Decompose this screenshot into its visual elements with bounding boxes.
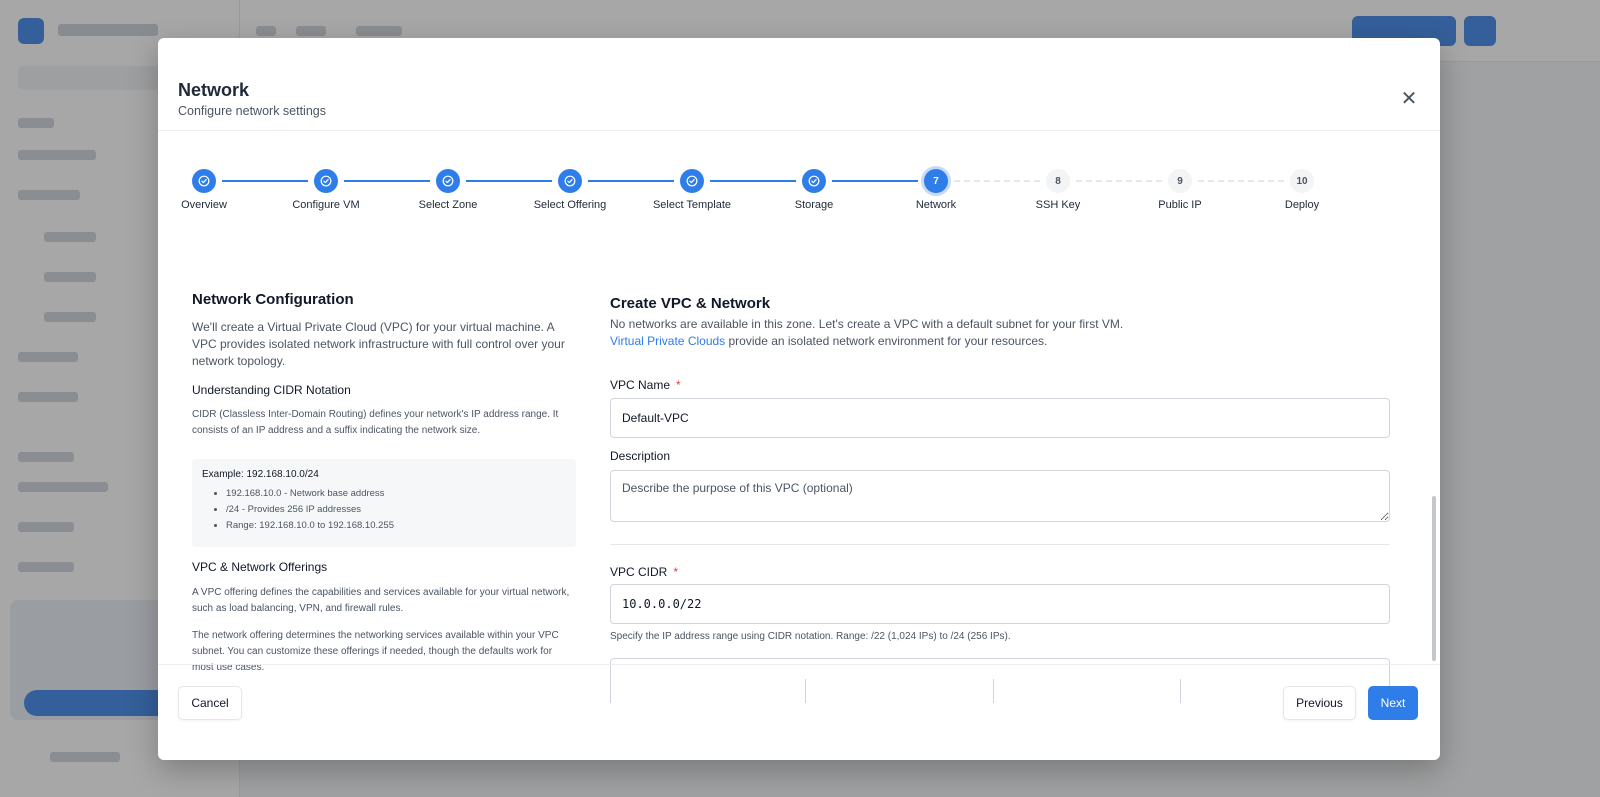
check-circle-icon [680, 169, 704, 193]
step-label: Select Offering [533, 199, 607, 211]
step-number: 8 [1046, 169, 1070, 193]
vpc-info-line-1: No networks are available in this zone. … [610, 317, 1124, 331]
list-item: 192.168.10.0 - Network base address [226, 486, 566, 502]
step-number: 9 [1168, 169, 1192, 193]
step-deploy[interactable]: 10 Deploy [1242, 131, 1362, 251]
vpc-name-label-text: VPC Name [610, 378, 671, 392]
step-public-ip[interactable]: 9 Public IP [1120, 131, 1240, 251]
vpc-info-line-2-text: provide an isolated network environment … [725, 334, 1048, 348]
check-circle-icon [192, 169, 216, 193]
step-label: Configure VM [292, 199, 360, 211]
create-vpc-heading: Create VPC & Network [610, 295, 771, 312]
cidr-example-box: Example: 192.168.10.0/24 192.168.10.0 - … [192, 459, 576, 547]
offerings-heading: VPC & Network Offerings [192, 560, 328, 574]
modal-content[interactable]: Network Configuration We'll create a Vir… [158, 251, 1440, 703]
check-circle-icon [802, 169, 826, 193]
step-label: SSH Key [1035, 199, 1081, 211]
content-scrollbar[interactable] [1432, 496, 1436, 661]
network-configuration-intro: We'll create a Virtual Private Cloud (VP… [192, 320, 565, 368]
vpc-name-input[interactable] [610, 398, 1390, 438]
step-label: Deploy [1284, 199, 1320, 211]
modal-title: Network [178, 80, 250, 100]
vpc-cidr-label: VPC CIDR * [610, 565, 678, 579]
required-mark: * [673, 565, 679, 579]
vpc-info-line-2: Virtual Private Clouds provide an isolat… [610, 333, 1390, 350]
cidr-description: CIDR (Classless Inter-Domain Routing) de… [192, 409, 559, 436]
close-button[interactable]: ✕ [1398, 88, 1420, 110]
virtual-private-clouds-link[interactable]: Virtual Private Clouds [610, 334, 725, 348]
step-label: Select Template [652, 199, 732, 211]
modal-header: Network Configure network settings ✕ [158, 38, 1440, 131]
vpc-cidr-label-text: VPC CIDR [610, 565, 668, 579]
form-divider [610, 544, 1390, 545]
modal-footer: Cancel Previous Next [158, 664, 1440, 760]
step-ssh-key[interactable]: 8 SSH Key [998, 131, 1118, 251]
step-select-offering[interactable]: Select Offering [510, 131, 630, 251]
cidr-example-title: Example: 192.168.10.0/24 [202, 469, 319, 480]
close-icon: ✕ [1400, 88, 1418, 110]
check-circle-icon [314, 169, 338, 193]
modal-subtitle: Configure network settings [178, 104, 326, 118]
step-number: 7 [924, 169, 948, 193]
list-item: Range: 192.168.10.0 to 192.168.10.255 [226, 518, 566, 534]
step-label: Storage [794, 199, 834, 211]
network-modal: Network Configure network settings ✕ Ove… [158, 38, 1440, 760]
step-label: Network [915, 199, 957, 211]
list-item: /24 - Provides 256 IP addresses [226, 502, 566, 518]
wizard-stepper: Overview Configure VM Select Zone Select Of… [158, 131, 1440, 251]
previous-button[interactable]: Previous [1283, 686, 1356, 720]
step-select-template[interactable]: Select Template [632, 131, 752, 251]
step-label: Select Zone [418, 199, 478, 211]
required-mark: * [676, 378, 681, 392]
description-label: Description [610, 449, 671, 463]
cidr-heading: Understanding CIDR Notation [192, 383, 351, 397]
cancel-button[interactable]: Cancel [178, 686, 242, 720]
vpc-name-label: VPC Name * [610, 378, 681, 392]
description-textarea[interactable] [610, 470, 1390, 522]
step-storage[interactable]: Storage [754, 131, 874, 251]
step-configure-vm[interactable]: Configure VM [266, 131, 386, 251]
vpc-cidr-input[interactable] [610, 584, 1390, 624]
network-configuration-heading: Network Configuration [192, 291, 354, 308]
cidr-example-list: 192.168.10.0 - Network base address /24 … [202, 486, 566, 534]
offerings-description-1: A VPC offering defines the capabilities … [192, 587, 570, 614]
step-network[interactable]: 7 Network [876, 131, 996, 251]
step-number: 10 [1290, 169, 1314, 193]
vpc-cidr-helper: Specify the IP address range using CIDR … [610, 631, 1011, 642]
check-circle-icon [558, 169, 582, 193]
step-label: Public IP [1158, 199, 1202, 211]
next-button[interactable]: Next [1368, 686, 1418, 720]
check-circle-icon [436, 169, 460, 193]
step-overview[interactable]: Overview [158, 131, 264, 251]
vpc-info-text: No networks are available in this zone. … [610, 316, 1390, 350]
step-select-zone[interactable]: Select Zone [388, 131, 508, 251]
step-label: Overview [181, 199, 227, 211]
